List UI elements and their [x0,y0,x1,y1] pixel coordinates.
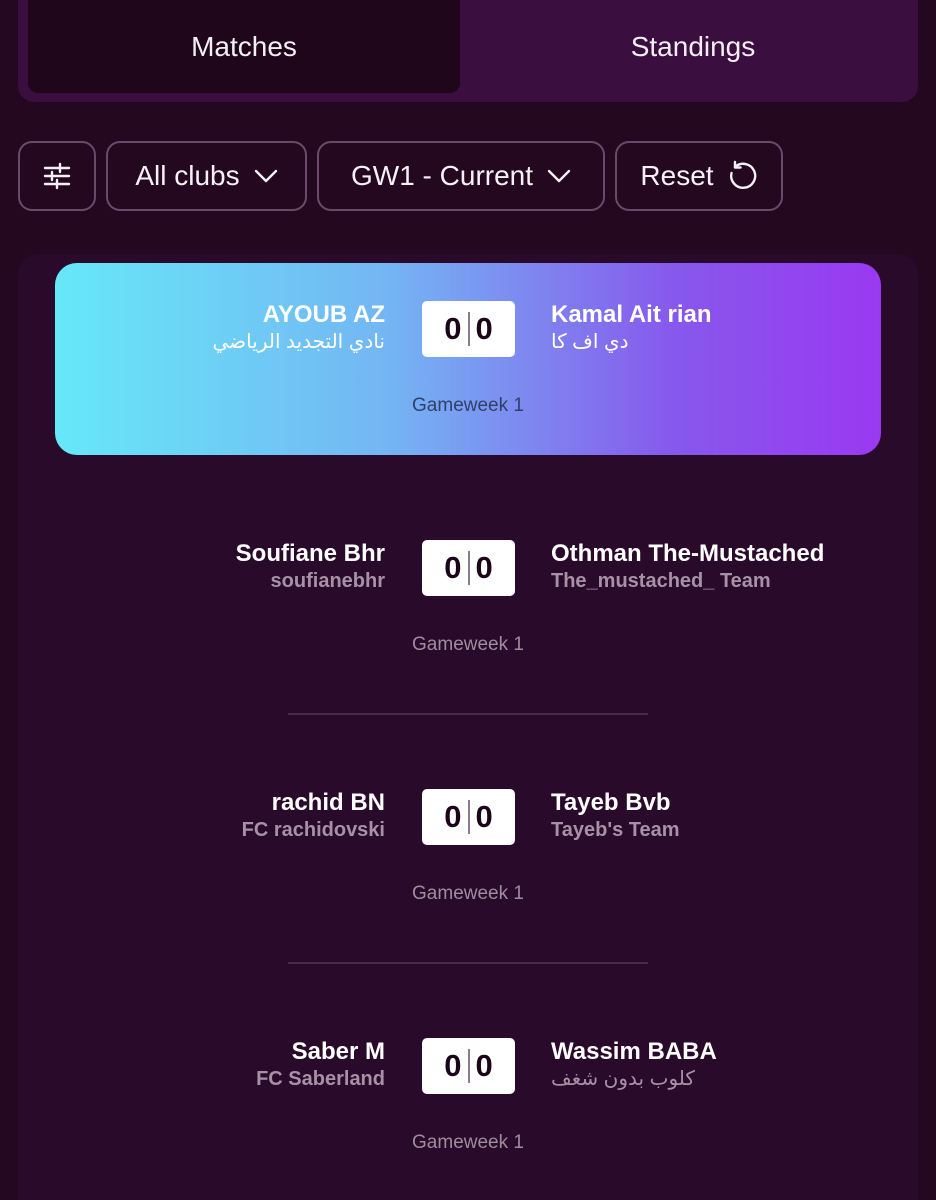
home-score: 0 [444,799,462,834]
divider [288,962,648,964]
page: Matches Standings All clubs GW1 - Curren… [0,0,936,1200]
clubs-dropdown-label: All clubs [135,160,240,191]
matches-panel: AYOUB AZ نادي التجديد الرياضي 0 0 Kamal … [18,254,918,1200]
home-side: Soufiane Bhr soufianebhr [236,540,385,594]
chevron-down-icon [547,169,571,183]
score-separator [467,312,470,346]
gameweek-label: Gameweek 1 [412,634,524,655]
tab-standings[interactable]: Standings [468,0,918,93]
home-manager-name: rachid BN [271,789,385,816]
away-score: 0 [475,1048,493,1083]
chevron-down-icon [254,169,278,183]
away-side: Kamal Ait rian دي اف كا [551,301,712,355]
gameweek-label: Gameweek 1 [412,883,524,904]
clubs-dropdown[interactable]: All clubs [106,141,307,211]
tab-matches[interactable]: Matches [28,0,460,93]
home-manager-name: Saber M [291,1038,385,1065]
home-score: 0 [444,550,462,585]
away-manager-name: Tayeb Bvb [551,789,671,816]
away-side: Tayeb Bvb Tayeb's Team [551,789,680,843]
away-team-name: كلوب بدون شغف [551,1068,695,1090]
filter-settings-button[interactable] [18,141,96,211]
home-manager-name: Soufiane Bhr [235,540,385,567]
home-side: Saber M FC Saberland [256,1038,385,1092]
home-side: rachid BN FC rachidovski [242,789,385,843]
refresh-icon [726,160,758,192]
away-team-name: The_mustached_ Team [551,570,771,592]
away-score: 0 [475,799,493,834]
reset-button[interactable]: Reset [615,141,783,211]
gameweek-label: Gameweek 1 [412,1132,524,1153]
match-card[interactable]: Saber M FC Saberland 0 0 Wassim BABA كلو… [55,1000,881,1192]
home-team-name: soufianebhr [270,570,385,592]
gameweek-label: Gameweek 1 [412,395,524,416]
away-score: 0 [475,550,493,585]
tab-bar: Matches Standings [18,0,918,102]
away-manager-name: Kamal Ait rian [551,301,712,328]
score-separator [467,1049,470,1083]
away-side: Wassim BABA كلوب بدون شغف [551,1038,717,1092]
home-score: 0 [444,1048,462,1083]
away-team-name: دي اف كا [551,331,629,353]
gameweek-dropdown-label: GW1 - Current [350,160,534,191]
match-card[interactable]: Soufiane Bhr soufianebhr 0 0 Othman The-… [55,502,881,694]
match-card[interactable]: rachid BN FC rachidovski 0 0 Tayeb Bvb T… [55,751,881,943]
away-team-name: Tayeb's Team [551,819,680,841]
score-box: 0 0 [422,789,515,845]
away-score: 0 [475,311,493,346]
home-team-name: FC rachidovski [241,819,385,841]
home-manager-name: AYOUB AZ [262,301,385,328]
score-box: 0 0 [422,301,515,357]
reset-button-label: Reset [640,160,714,191]
home-side: AYOUB AZ نادي التجديد الرياضي [213,301,386,355]
home-score: 0 [444,311,462,346]
score-box: 0 0 [422,1038,515,1094]
filter-bar: All clubs GW1 - Current Reset [18,141,783,215]
away-manager-name: Othman The-Mustached [551,540,825,567]
sliders-icon [42,161,72,191]
match-card[interactable]: AYOUB AZ نادي التجديد الرياضي 0 0 Kamal … [55,263,881,455]
away-side: Othman The-Mustached The_mustached_ Team [551,540,824,594]
away-manager-name: Wassim BABA [551,1038,717,1065]
divider [288,713,648,715]
score-separator [467,800,470,834]
home-team-name: FC Saberland [256,1068,385,1090]
gameweek-dropdown[interactable]: GW1 - Current [317,141,605,211]
home-team-name: نادي التجديد الرياضي [212,331,386,353]
score-box: 0 0 [422,540,515,596]
score-separator [467,551,470,585]
